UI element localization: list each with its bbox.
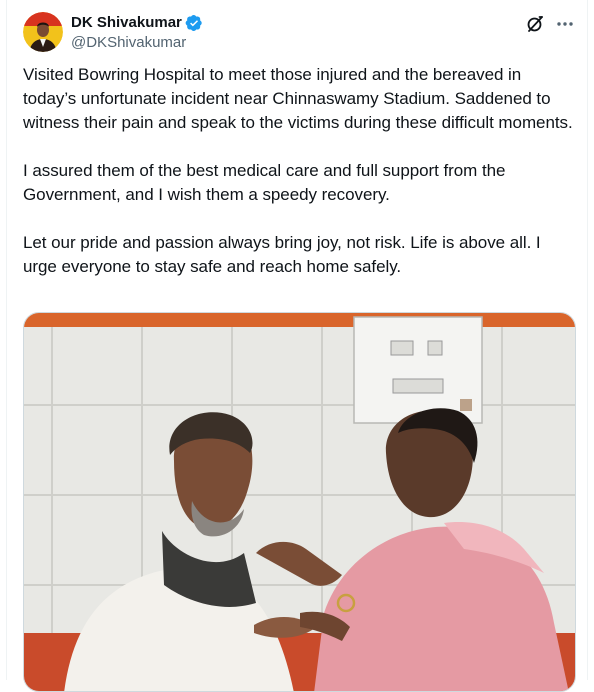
author-handle[interactable]: @DKShivakumar	[71, 33, 203, 53]
more-options-icon[interactable]	[555, 14, 575, 34]
tweet-text: Visited Bowring Hospital to meet those i…	[23, 65, 573, 276]
tweet-header: DK Shivakumar @DKShivakumar	[23, 12, 575, 52]
author-avatar[interactable]	[23, 12, 63, 52]
grok-icon[interactable]	[525, 14, 545, 34]
author-name-row: DK Shivakumar	[71, 14, 203, 32]
author-display-name[interactable]: DK Shivakumar	[71, 14, 182, 32]
tweet-photo[interactable]	[23, 312, 576, 692]
verified-badge-icon[interactable]	[185, 14, 203, 32]
tweet-actions	[525, 12, 575, 36]
tweet-card[interactable]: DK Shivakumar @DKShivakumar Visited Bowr…	[6, 0, 588, 692]
author-info[interactable]: DK Shivakumar @DKShivakumar	[71, 14, 203, 53]
